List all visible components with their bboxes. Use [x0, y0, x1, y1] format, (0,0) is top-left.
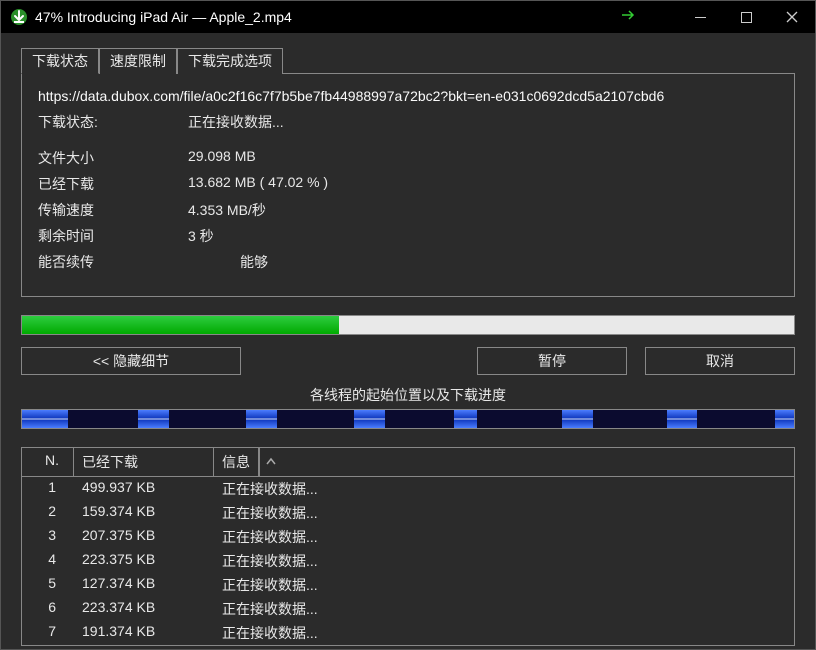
cell-number: 3: [22, 526, 74, 548]
thread-segment-bar: [21, 409, 795, 429]
download-window: 47% Introducing iPad Air — Apple_2.mp4 下…: [0, 0, 816, 650]
table-row[interactable]: 3207.375 KB正在接收数据...: [22, 525, 794, 549]
cell-downloaded: 223.375 KB: [74, 550, 214, 572]
cell-info: 正在接收数据...: [214, 526, 794, 548]
cell-info: 正在接收数据...: [214, 622, 794, 644]
table-row[interactable]: 5127.374 KB正在接收数据...: [22, 573, 794, 597]
timeleft-label: 剩余时间: [38, 226, 188, 246]
status-panel: https://data.dubox.com/file/a0c2f16c7f7b…: [21, 74, 795, 297]
progress-bar-fill: [22, 316, 339, 334]
cell-downloaded: 223.374 KB: [74, 598, 214, 620]
cell-downloaded: 191.374 KB: [74, 622, 214, 644]
button-row: << 隐藏细节 暂停 取消: [21, 347, 795, 375]
status-label: 下载状态:: [38, 112, 188, 132]
speed-value: 4.353 MB/秒: [188, 200, 778, 220]
cell-downloaded: 499.937 KB: [74, 478, 214, 500]
threads-table: N. 已经下载 信息 1499.937 KB正在接收数据...2159.374 …: [21, 447, 795, 646]
tab-oncomplete[interactable]: 下载完成选项: [177, 48, 283, 74]
table-row[interactable]: 7191.374 KB正在接收数据...: [22, 621, 794, 645]
resume-value: 能够: [188, 252, 778, 272]
downloaded-label: 已经下载: [38, 174, 188, 194]
table-body: 1499.937 KB正在接收数据...2159.374 KB正在接收数据...…: [22, 477, 794, 645]
table-row[interactable]: 4223.375 KB正在接收数据...: [22, 549, 794, 573]
table-row[interactable]: 1499.937 KB正在接收数据...: [22, 477, 794, 501]
cell-number: 5: [22, 574, 74, 596]
resume-label: 能否续传: [38, 252, 188, 272]
cell-info: 正在接收数据...: [214, 598, 794, 620]
content-area: 下载状态 速度限制 下载完成选项 https://data.dubox.com/…: [1, 33, 815, 650]
tab-bar: 下载状态 速度限制 下载完成选项: [21, 47, 795, 74]
tab-speedlimit[interactable]: 速度限制: [99, 48, 177, 74]
titlebar[interactable]: 47% Introducing iPad Air — Apple_2.mp4: [1, 1, 815, 33]
filesize-value: 29.098 MB: [188, 148, 778, 168]
cell-number: 4: [22, 550, 74, 572]
th-number[interactable]: N.: [22, 448, 74, 476]
maximize-button[interactable]: [723, 1, 769, 33]
close-button[interactable]: [769, 1, 815, 33]
timeleft-value: 3 秒: [188, 226, 778, 246]
tab-status[interactable]: 下载状态: [21, 48, 99, 74]
row-downloaded: 已经下载 13.682 MB ( 47.02 % ): [38, 174, 778, 194]
table-row[interactable]: 2159.374 KB正在接收数据...: [22, 501, 794, 525]
scroll-up-icon[interactable]: [259, 448, 281, 476]
downloaded-value: 13.682 MB ( 47.02 % ): [188, 174, 778, 194]
filesize-label: 文件大小: [38, 148, 188, 168]
cancel-button[interactable]: 取消: [645, 347, 795, 375]
cell-downloaded: 127.374 KB: [74, 574, 214, 596]
cell-number: 7: [22, 622, 74, 644]
cell-info: 正在接收数据...: [214, 574, 794, 596]
minimize-button[interactable]: [677, 1, 723, 33]
cell-downloaded: 207.375 KB: [74, 526, 214, 548]
cell-number: 6: [22, 598, 74, 620]
cell-info: 正在接收数据...: [214, 502, 794, 524]
threads-label: 各线程的起始位置以及下载进度: [21, 385, 795, 405]
table-row[interactable]: 6223.374 KB正在接收数据...: [22, 597, 794, 621]
th-info[interactable]: 信息: [214, 448, 259, 476]
progress-bar-track: [21, 315, 795, 335]
cell-number: 1: [22, 478, 74, 500]
row-resume: 能否续传 能够: [38, 252, 778, 272]
status-value: 正在接收数据...: [188, 112, 778, 132]
table-header: N. 已经下载 信息: [22, 448, 794, 477]
download-url: https://data.dubox.com/file/a0c2f16c7f7b…: [38, 88, 778, 104]
hide-details-button[interactable]: << 隐藏细节: [21, 347, 241, 375]
speed-label: 传输速度: [38, 200, 188, 220]
row-status: 下载状态: 正在接收数据...: [38, 112, 778, 132]
pause-button[interactable]: 暂停: [477, 347, 627, 375]
app-icon: [9, 7, 29, 27]
window-title: 47% Introducing iPad Air — Apple_2.mp4: [35, 9, 621, 25]
cell-number: 2: [22, 502, 74, 524]
window-controls: [677, 1, 815, 33]
cell-info: 正在接收数据...: [214, 478, 794, 500]
th-downloaded[interactable]: 已经下载: [74, 448, 214, 476]
row-timeleft: 剩余时间 3 秒: [38, 226, 778, 246]
tray-arrow-icon: [621, 8, 637, 26]
row-speed: 传输速度 4.353 MB/秒: [38, 200, 778, 220]
cell-info: 正在接收数据...: [214, 550, 794, 572]
row-filesize: 文件大小 29.098 MB: [38, 148, 778, 168]
cell-downloaded: 159.374 KB: [74, 502, 214, 524]
